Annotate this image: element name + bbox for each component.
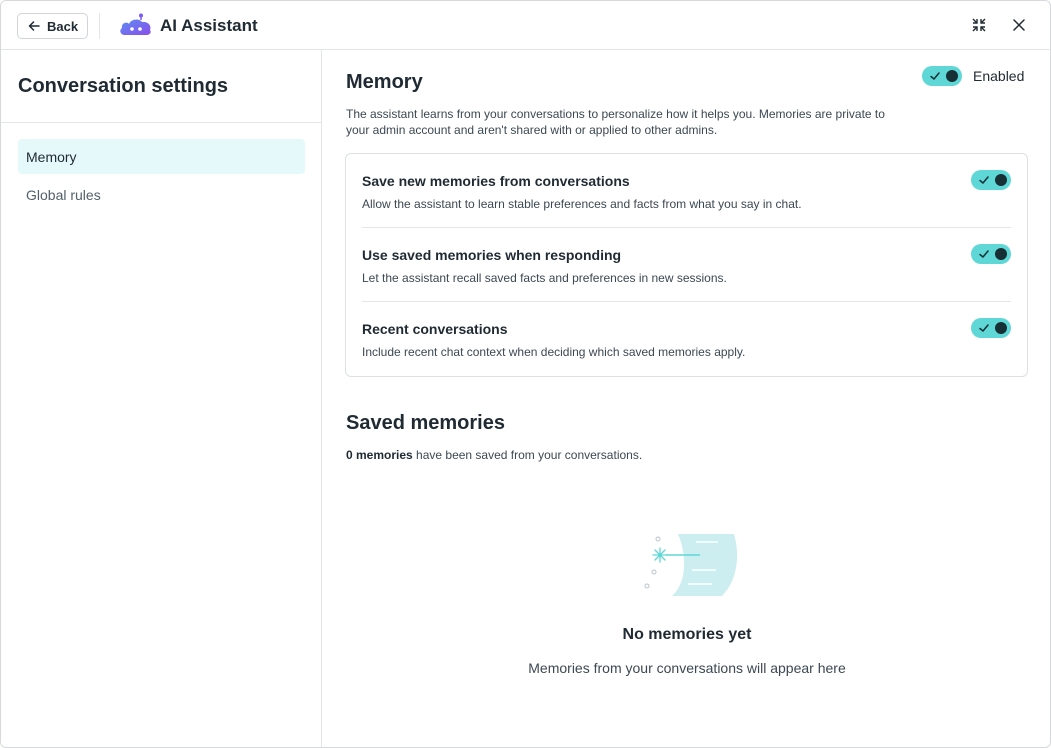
close-icon xyxy=(1013,19,1025,31)
setting-description: Let the assistant recall saved facts and… xyxy=(362,271,727,285)
save-new-memories-toggle[interactable] xyxy=(971,170,1011,190)
setting-row-use-saved-memories: Use saved memories when responding Let t… xyxy=(362,228,1011,302)
empty-state-title: No memories yet xyxy=(622,626,752,643)
sidebar-divider xyxy=(1,122,321,123)
check-icon xyxy=(979,176,989,184)
toggle-knob xyxy=(995,174,1007,186)
enabled-label: Enabled xyxy=(973,68,1025,84)
sidebar-item-memory[interactable]: Memory xyxy=(18,139,305,174)
empty-state-description: Memories from your conversations will ap… xyxy=(528,660,846,676)
top-bar: Back AI Assistant xyxy=(1,1,1050,50)
back-button[interactable]: Back xyxy=(17,13,88,39)
use-saved-memories-toggle[interactable] xyxy=(971,244,1011,264)
toggle-knob xyxy=(946,70,958,82)
memory-description: The assistant learns from your conversat… xyxy=(346,107,885,137)
back-label: Back xyxy=(47,18,79,34)
sidebar: Conversation settings Memory Global rule… xyxy=(1,50,322,747)
sidebar-title: Conversation settings xyxy=(18,75,229,97)
minimize-icon xyxy=(972,18,986,32)
setting-title: Save new memories from conversations xyxy=(362,173,630,189)
setting-row-recent-conversations: Recent conversations Include recent chat… xyxy=(362,302,1011,376)
saved-count-value: 0 memories xyxy=(346,448,413,462)
check-icon xyxy=(979,250,989,258)
main-content: Memory Enabled The assistant learns from… xyxy=(322,50,1050,747)
setting-description: Include recent chat context when decidin… xyxy=(362,345,746,359)
memory-enabled-control: Enabled xyxy=(922,66,1024,86)
saved-count-text: have been saved from your conversations. xyxy=(412,448,643,462)
sidebar-item-global-rules[interactable]: Global rules xyxy=(18,177,305,212)
sidebar-item-label: Memory xyxy=(26,148,77,165)
ai-assistant-window: Back AI Assistant Conversation settings … xyxy=(0,0,1051,748)
setting-description: Allow the assistant to learn stable pref… xyxy=(362,197,802,211)
saved-memories-title: Saved memories xyxy=(346,412,505,434)
memory-settings-card: Save new memories from conversations All… xyxy=(345,153,1028,377)
check-icon xyxy=(930,72,940,80)
check-icon xyxy=(979,324,989,332)
toggle-knob xyxy=(995,248,1007,260)
minimize-button[interactable] xyxy=(970,16,988,34)
setting-title: Use saved memories when responding xyxy=(362,247,622,263)
arrow-left-icon xyxy=(28,21,40,31)
sidebar-item-label: Global rules xyxy=(26,186,101,203)
setting-row-save-new-memories: Save new memories from conversations All… xyxy=(362,154,1011,228)
memory-enabled-toggle[interactable] xyxy=(922,66,962,86)
toggle-knob xyxy=(995,322,1007,334)
robot-logo-icon xyxy=(120,13,151,35)
close-button[interactable] xyxy=(1010,16,1028,34)
saved-memories-count: 0 memories have been saved from your con… xyxy=(346,448,642,462)
top-divider xyxy=(99,13,100,39)
recent-conversations-toggle[interactable] xyxy=(971,318,1011,338)
app-title: AI Assistant xyxy=(160,16,258,35)
empty-memories-illustration xyxy=(644,534,738,596)
memory-section-title: Memory xyxy=(346,71,423,93)
setting-title: Recent conversations xyxy=(362,321,508,337)
